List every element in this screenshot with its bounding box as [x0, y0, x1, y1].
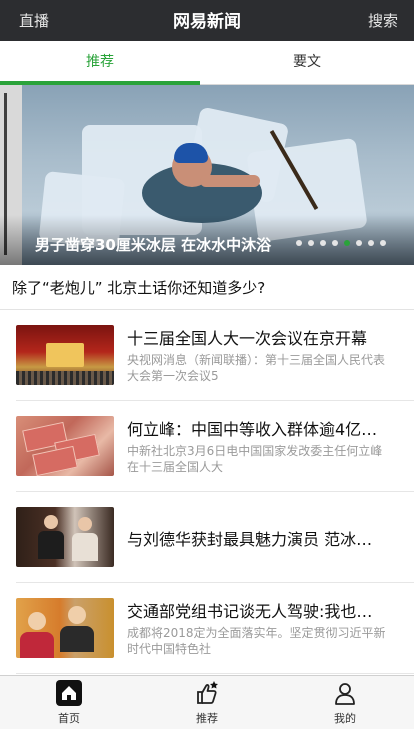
- app-title: 网易新闻: [173, 12, 241, 32]
- search-button[interactable]: 搜索: [368, 10, 398, 31]
- news-thumbnail: [16, 325, 114, 385]
- home-icon: [56, 680, 82, 706]
- news-title: 与刘德华获封最具魅力演员 范冰…: [127, 530, 373, 549]
- news-summary: 央视网消息（新闻联播）：第十三届全国人民代表大会第一次会议5: [127, 353, 386, 383]
- news-title: 十三届全国人大一次会议在京开幕: [127, 329, 368, 348]
- thumbs-up-star-icon: [194, 680, 220, 706]
- news-item[interactable]: 十三届全国人大一次会议在京开幕 央视网消息（新闻联播）：第十三届全国人民代表大会…: [16, 310, 414, 401]
- news-item[interactable]: 交通部党组书记谈无人驾驶:我也… 成都将2018定为全面落实年。坚定贯彻习近平新…: [16, 583, 414, 674]
- tab-recommend[interactable]: 推荐: [0, 41, 200, 85]
- hero-carousel[interactable]: 男子凿穿30厘米冰层 在冰水中沐浴: [0, 85, 414, 265]
- carousel-dot[interactable]: [320, 240, 326, 246]
- news-title: 何立峰：中国中等收入群体逾4亿…: [127, 420, 378, 439]
- news-thumbnail: [16, 507, 114, 567]
- bottom-nav-label: 首页: [58, 712, 80, 725]
- bottom-nav-profile[interactable]: 我的: [276, 676, 414, 729]
- news-thumbnail: [16, 598, 114, 658]
- headline-text: 除了“老炮儿” 北京土话你还知道多少?: [12, 279, 266, 297]
- bottom-nav-home[interactable]: 首页: [0, 676, 138, 729]
- hero-caption: 男子凿穿30厘米冰层 在冰水中沐浴: [35, 236, 272, 254]
- tab-top-news[interactable]: 要文: [200, 41, 414, 85]
- carousel-dot[interactable]: [368, 240, 374, 246]
- tab-bar: 推荐 要文: [0, 41, 414, 85]
- news-summary: 中新社北京3月6日电中国国家发改委主任何立峰在十三届全国人大: [127, 444, 383, 474]
- news-title: 交通部党组书记谈无人驾驶:我也…: [127, 602, 373, 621]
- top-bar: 直播 网易新闻 搜索: [0, 0, 414, 41]
- carousel-dot[interactable]: [356, 240, 362, 246]
- carousel-dot-active[interactable]: [344, 240, 350, 246]
- bottom-nav-recommend[interactable]: 推荐: [138, 676, 276, 729]
- bottom-nav-label: 我的: [334, 712, 356, 725]
- person-icon: [332, 680, 358, 706]
- news-item[interactable]: 与刘德华获封最具魅力演员 范冰…: [16, 492, 414, 583]
- carousel-dot[interactable]: [380, 240, 386, 246]
- news-item[interactable]: 何立峰：中国中等收入群体逾4亿… 中新社北京3月6日电中国国家发改委主任何立峰在…: [16, 401, 414, 492]
- carousel-dot[interactable]: [308, 240, 314, 246]
- bottom-nav-label: 推荐: [196, 712, 218, 725]
- carousel-dot[interactable]: [296, 240, 302, 246]
- headline-link[interactable]: 除了“老炮儿” 北京土话你还知道多少?: [0, 265, 414, 310]
- carousel-dot[interactable]: [332, 240, 338, 246]
- bottom-nav: 首页 推荐 我的: [0, 675, 414, 729]
- news-summary: 成都将2018定为全面落实年。坚定贯彻习近平新时代中国特色社: [127, 626, 386, 656]
- news-thumbnail: [16, 416, 114, 476]
